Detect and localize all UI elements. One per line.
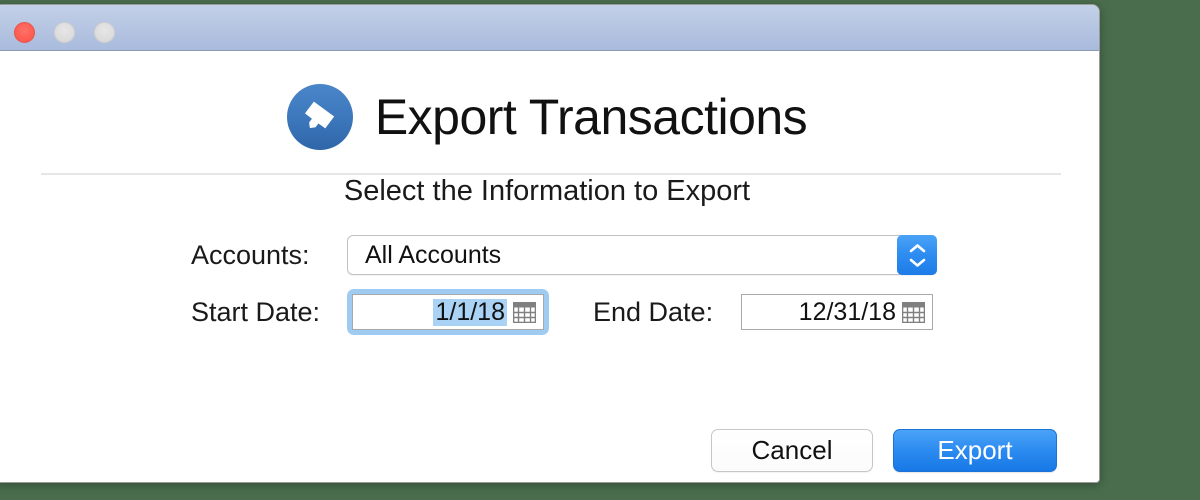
start-date-label: Start Date: <box>191 296 321 327</box>
dialog-buttons: Cancel Export <box>711 429 1057 472</box>
start-date-input[interactable]: 1/1/18 <box>352 294 544 330</box>
calendar-icon[interactable] <box>512 301 537 323</box>
start-date-focus-ring: 1/1/18 <box>347 289 549 335</box>
dialog-content: Export Transactions Select the Informati… <box>0 51 1099 482</box>
end-date-wrapper: 12/31/18 <box>741 294 933 330</box>
window-controls <box>14 22 115 43</box>
accounts-row: Accounts: All Accounts <box>0 235 1099 275</box>
end-date-input[interactable]: 12/31/18 <box>741 294 933 330</box>
end-date-value: 12/31/18 <box>798 297 896 326</box>
export-arrow-icon <box>286 84 353 150</box>
export-button[interactable]: Export <box>893 429 1057 472</box>
header-divider <box>41 173 1061 175</box>
dialog-window: Export Transactions Select the Informati… <box>0 4 1100 483</box>
calendar-icon[interactable] <box>901 301 926 323</box>
zoom-button[interactable] <box>94 22 115 43</box>
window-titlebar <box>0 5 1099 51</box>
accounts-select-value: All Accounts <box>365 240 502 269</box>
dialog-header: Export Transactions <box>0 51 1099 150</box>
cancel-button[interactable]: Cancel <box>711 429 873 472</box>
end-date-label: End Date: <box>593 296 714 327</box>
start-date-value: 1/1/18 <box>433 297 507 326</box>
accounts-select[interactable]: All Accounts <box>347 235 937 275</box>
dates-row: Start Date: 1/1/18 End Date: 12/31/18 <box>0 289 1099 335</box>
page-title: Export Transactions <box>374 89 808 145</box>
dialog-subtitle: Select the Information to Export <box>343 175 751 207</box>
export-form: Accounts: All Accounts Start Date: 1/1/1… <box>0 235 1099 335</box>
accounts-label: Accounts: <box>191 239 310 270</box>
up-down-chevron-icon[interactable] <box>897 235 937 275</box>
minimize-button[interactable] <box>54 22 75 43</box>
close-button[interactable] <box>14 22 35 43</box>
